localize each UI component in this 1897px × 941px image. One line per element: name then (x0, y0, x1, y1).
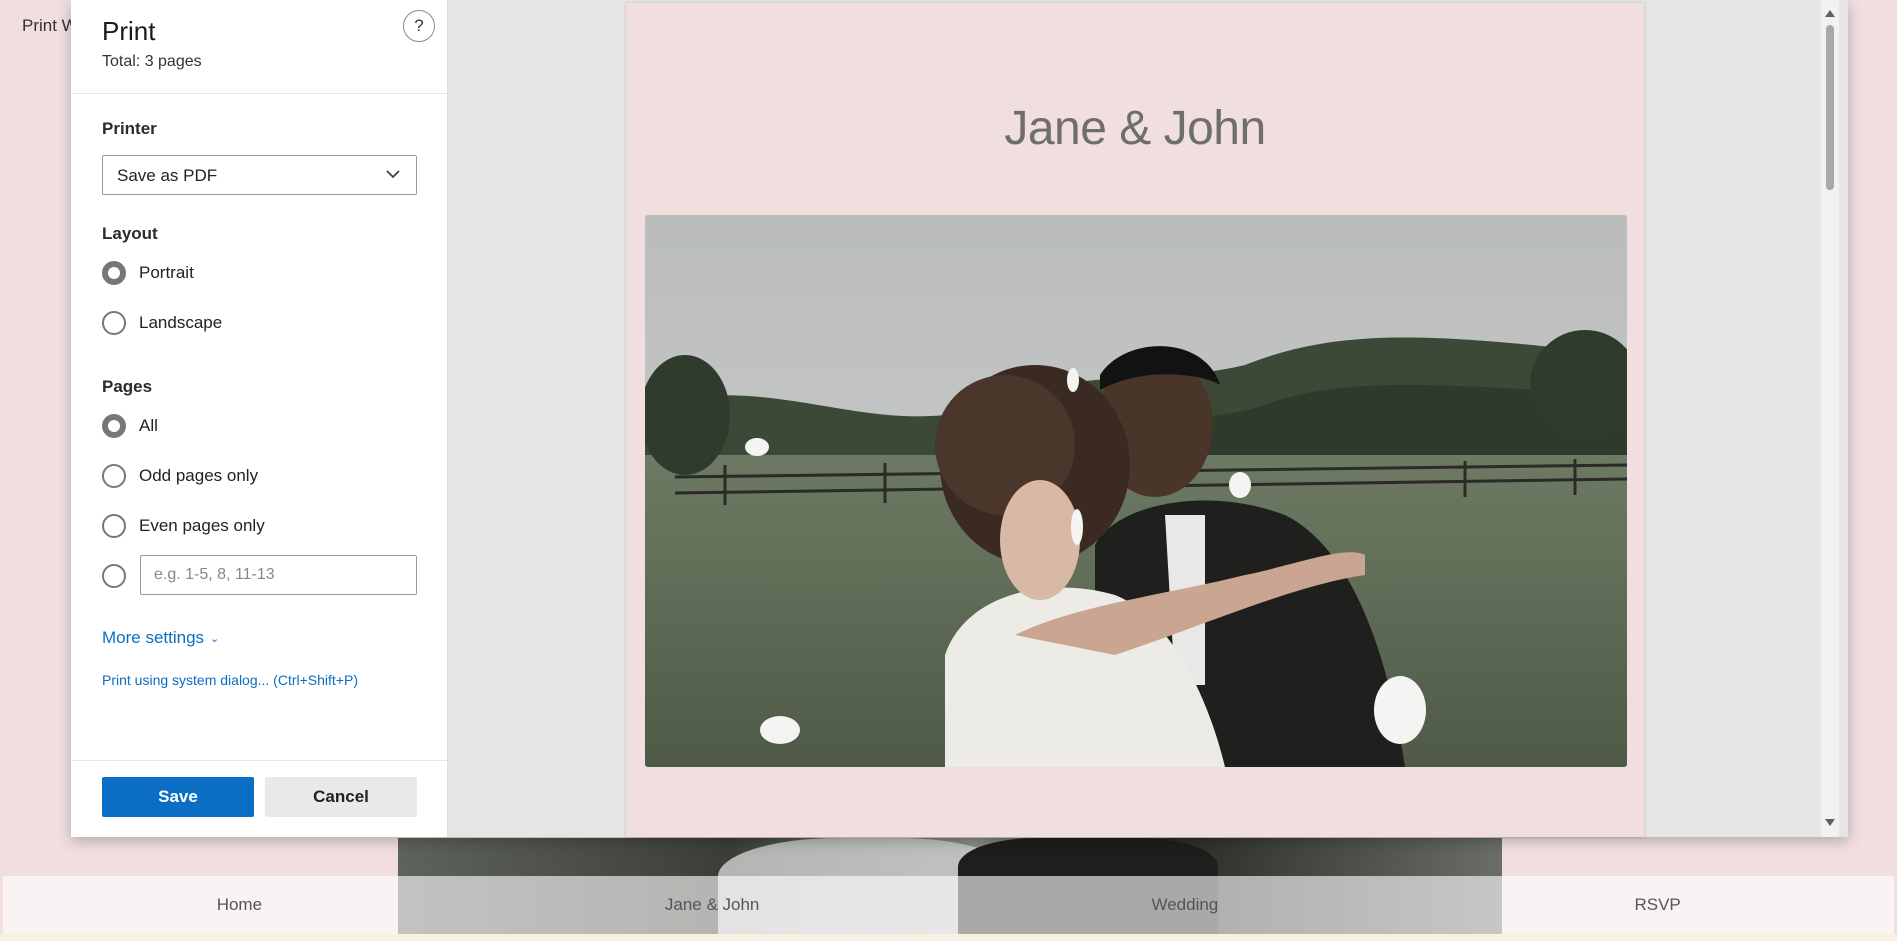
total-pages: Total: 3 pages (102, 53, 202, 70)
scroll-thumb[interactable] (1826, 25, 1834, 190)
layout-label: Layout (102, 224, 158, 243)
print-preview-page: Jane & John (626, 3, 1644, 837)
pages-option-custom[interactable] (102, 563, 126, 589)
scroll-down-arrow-icon[interactable] (1825, 819, 1835, 826)
preview-heading: Jane & John (1004, 102, 1266, 155)
nav-link-home[interactable]: Home (3, 876, 476, 934)
pages-label: Pages (102, 377, 153, 396)
more-settings-link[interactable]: More settings ⌄ (102, 628, 219, 648)
page-range-input[interactable]: e.g. 1-5, 8, 11-13 (140, 555, 417, 595)
landscape-label: Landscape (139, 313, 223, 332)
taskbar-strip (0, 934, 1897, 941)
radio-landscape[interactable] (102, 311, 126, 335)
preview-wedding-photo (645, 215, 1627, 767)
nav-link-jane-john[interactable]: Jane & John (476, 876, 949, 934)
wedding-photo-image (645, 215, 1627, 767)
pages-option-odd[interactable]: Odd pages only (102, 463, 258, 489)
odd-label: Odd pages only (139, 466, 259, 485)
portrait-label: Portrait (139, 263, 194, 282)
printer-label: Printer (102, 119, 157, 138)
print-dialog: Print Total: 3 pages ? Printer Save as P… (71, 0, 1848, 837)
background-page-title: Print W (22, 16, 78, 35)
chevron-down-icon: ⌄ (210, 632, 220, 645)
footer-divider (71, 760, 447, 761)
header-divider (71, 93, 447, 94)
chevron-down-icon (386, 170, 400, 179)
pages-option-all[interactable]: All (102, 413, 158, 439)
print-settings-panel: Print Total: 3 pages ? Printer Save as P… (71, 0, 448, 837)
system-dialog-link[interactable]: Print using system dialog... (Ctrl+Shift… (102, 672, 358, 688)
pages-option-even[interactable]: Even pages only (102, 513, 265, 539)
print-title: Print (102, 16, 156, 46)
radio-custom[interactable] (102, 564, 126, 588)
save-button[interactable]: Save (102, 777, 254, 817)
cancel-button[interactable]: Cancel (265, 777, 417, 817)
printer-select-value: Save as PDF (117, 166, 218, 185)
layout-option-portrait[interactable]: Portrait (102, 260, 194, 286)
help-button[interactable]: ? (403, 10, 435, 42)
layout-option-landscape[interactable]: Landscape (102, 310, 222, 336)
radio-portrait[interactable] (102, 261, 126, 285)
printer-select[interactable]: Save as PDF (102, 155, 417, 195)
radio-odd[interactable] (102, 464, 126, 488)
preview-scrollbar[interactable] (1821, 0, 1839, 837)
scroll-up-arrow-icon[interactable] (1825, 10, 1835, 17)
nav-link-wedding[interactable]: Wedding (949, 876, 1422, 934)
radio-even[interactable] (102, 514, 126, 538)
all-label: All (139, 416, 158, 435)
radio-all[interactable] (102, 414, 126, 438)
nav-link-rsvp[interactable]: RSVP (1421, 876, 1894, 934)
more-settings-label: More settings (102, 628, 205, 647)
even-label: Even pages only (139, 516, 265, 535)
background-nav-bar: Home Jane & John Wedding RSVP (3, 876, 1894, 934)
